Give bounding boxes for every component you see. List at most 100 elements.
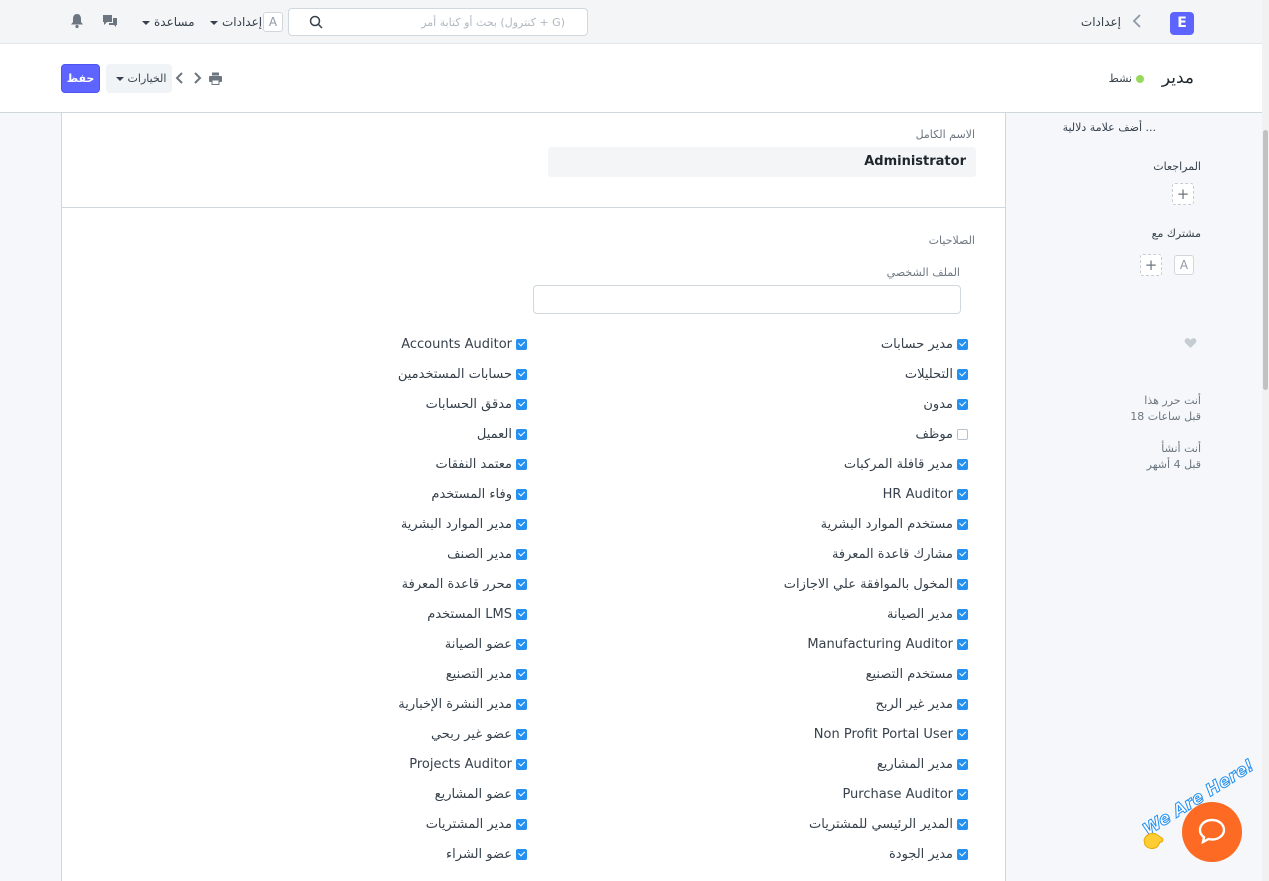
role-checkbox-row[interactable]: مدير قافلة المركبات <box>784 449 968 479</box>
checkbox-checked[interactable] <box>957 638 968 650</box>
checkbox-checked[interactable] <box>516 578 527 590</box>
checkbox-checked[interactable] <box>957 758 968 770</box>
checkbox-checked[interactable] <box>957 848 968 860</box>
settings-menu[interactable]: إعدادات <box>206 15 262 29</box>
checkbox-checked[interactable] <box>957 548 968 560</box>
user-avatar[interactable]: A <box>263 12 283 32</box>
role-checkbox-row[interactable]: مدير الصيانة <box>784 599 968 629</box>
role-checkbox-row[interactable]: Projects Auditor <box>398 749 527 779</box>
role-checkbox-row[interactable]: مدير الموارد البشرية <box>398 509 527 539</box>
add-share-button[interactable]: + <box>1140 254 1162 276</box>
print-icon[interactable] <box>208 72 223 89</box>
save-button[interactable]: حفظ <box>61 64 100 93</box>
checkbox-checked[interactable] <box>957 818 968 830</box>
checkbox-checked[interactable] <box>957 368 968 380</box>
checkbox-checked[interactable] <box>957 398 968 410</box>
checkbox-checked[interactable] <box>516 518 527 530</box>
role-checkbox-row[interactable]: مدير حسابات <box>784 329 968 359</box>
scrollbar-thumb[interactable] <box>1263 130 1268 390</box>
settings-menu-label: إعدادات <box>222 15 263 29</box>
checkbox-checked[interactable] <box>957 698 968 710</box>
role-checkbox-row[interactable]: مدير التصنيع <box>398 659 527 689</box>
checkbox-checked[interactable] <box>516 788 527 800</box>
role-checkbox-row[interactable]: مدير المشتريات <box>398 809 527 839</box>
role-checkbox-row[interactable]: مدون <box>784 389 968 419</box>
role-checkbox-row[interactable]: Purchase Auditor <box>784 779 968 809</box>
role-checkbox-row[interactable]: مستخدم التصنيع <box>784 659 968 689</box>
checkbox-checked[interactable] <box>516 548 527 560</box>
checkbox-checked[interactable] <box>516 698 527 710</box>
checkbox-checked[interactable] <box>516 638 527 650</box>
options-dropdown[interactable]: الخيارات <box>106 64 172 93</box>
add-tag-link[interactable]: أضف علامة دلالية ... <box>1063 121 1156 134</box>
prev-record-icon[interactable] <box>175 71 184 89</box>
heart-icon[interactable] <box>1184 337 1197 352</box>
shared-user-avatar[interactable]: A <box>1174 255 1194 275</box>
checkbox-checked[interactable] <box>516 428 527 440</box>
checkbox-checked[interactable] <box>516 398 527 410</box>
role-checkbox-row[interactable]: حسابات المستخدمين <box>398 359 527 389</box>
checkbox-checked[interactable] <box>516 818 527 830</box>
role-checkbox-row[interactable]: مدقق الحسابات <box>398 389 527 419</box>
bell-icon[interactable] <box>70 13 84 32</box>
role-checkbox-row[interactable]: HR Auditor <box>784 479 968 509</box>
checkbox-checked[interactable] <box>957 458 968 470</box>
checkbox-checked[interactable] <box>516 848 527 860</box>
chat-launcher-button[interactable] <box>1182 802 1242 862</box>
search-bar[interactable]: بحث أو كتابة أمر (كنترول + G) <box>288 8 588 36</box>
checkbox-checked[interactable] <box>516 608 527 620</box>
checkbox-checked[interactable] <box>957 608 968 620</box>
role-checkbox-row[interactable]: العميل <box>398 419 527 449</box>
checkbox-checked[interactable] <box>957 338 968 350</box>
role-checkbox-row[interactable]: عضو المشاريع <box>398 779 527 809</box>
role-checkbox-row[interactable]: معتمد النفقات <box>398 449 527 479</box>
checkbox-checked[interactable] <box>957 728 968 740</box>
role-checkbox-row[interactable]: وفاء المستخدم <box>398 479 527 509</box>
role-checkbox-row[interactable]: مدير الجودة <box>784 839 968 869</box>
section-divider <box>62 207 1005 208</box>
role-checkbox-row[interactable]: Manufacturing Auditor <box>784 629 968 659</box>
checkbox-checked[interactable] <box>957 488 968 500</box>
checkbox-checked[interactable] <box>516 668 527 680</box>
next-record-icon[interactable] <box>193 71 202 89</box>
role-checkbox-row[interactable]: Non Profit Portal User <box>784 719 968 749</box>
checkbox-checked[interactable] <box>516 458 527 470</box>
checkbox-checked[interactable] <box>957 578 968 590</box>
role-checkbox-row[interactable]: مدير المشاريع <box>784 749 968 779</box>
role-checkbox-row[interactable]: عضو غير ربحي <box>398 719 527 749</box>
role-checkbox-row[interactable]: مدير النشرة الإخبارية <box>398 689 527 719</box>
breadcrumb-settings[interactable]: إعدادات <box>1081 15 1121 29</box>
help-menu[interactable]: مساعدة <box>138 15 195 29</box>
help-menu-label: مساعدة <box>154 15 195 29</box>
role-label: مدير الصيانة <box>886 606 953 622</box>
role-checkbox-row[interactable]: عضو الشراء <box>398 839 527 869</box>
role-checkbox-row[interactable]: المدير الرئيسي للمشتريات <box>784 809 968 839</box>
role-checkbox-row[interactable]: مدير الصنف <box>398 539 527 569</box>
role-label: عضو الصيانة <box>444 636 512 652</box>
checkbox-checked[interactable] <box>516 488 527 500</box>
chat-icon[interactable] <box>101 13 119 32</box>
checkbox-checked[interactable] <box>957 518 968 530</box>
role-checkbox-row[interactable]: عضو الصيانة <box>398 629 527 659</box>
checkbox-checked[interactable] <box>957 788 968 800</box>
checkbox-checked[interactable] <box>957 668 968 680</box>
page-scrollbar[interactable] <box>1262 0 1269 881</box>
role-checkbox-row[interactable]: Accounts Auditor <box>398 329 527 359</box>
add-review-button[interactable]: + <box>1172 183 1194 205</box>
checkbox-unchecked[interactable] <box>957 428 968 440</box>
app-logo[interactable]: E <box>1170 12 1194 35</box>
checkbox-checked[interactable] <box>516 758 527 770</box>
role-checkbox-row[interactable]: LMS المستخدم <box>398 599 527 629</box>
role-checkbox-row[interactable]: مدير غير الربح <box>784 689 968 719</box>
role-checkbox-row[interactable]: مستخدم الموارد البشرية <box>784 509 968 539</box>
checkbox-checked[interactable] <box>516 338 527 350</box>
role-checkbox-row[interactable]: مشارك قاعدة المعرفة <box>784 539 968 569</box>
role-checkbox-row[interactable]: موظف <box>784 419 968 449</box>
profile-input[interactable] <box>533 285 961 314</box>
checkbox-checked[interactable] <box>516 368 527 380</box>
checkbox-checked[interactable] <box>516 728 527 740</box>
role-checkbox-row[interactable]: محرر قاعدة المعرفة <box>398 569 527 599</box>
full-name-field[interactable]: Administrator <box>548 147 976 177</box>
role-checkbox-row[interactable]: المخول بالموافقة علي الاجازات <box>784 569 968 599</box>
role-checkbox-row[interactable]: التحليلات <box>784 359 968 389</box>
